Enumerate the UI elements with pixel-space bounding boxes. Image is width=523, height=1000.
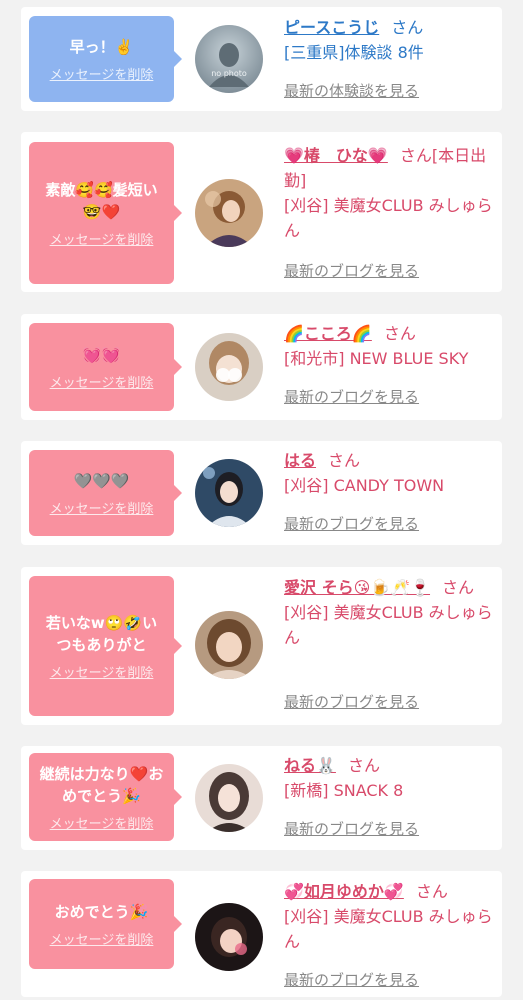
message-text: 💓💓: [82, 345, 121, 364]
latest-post-link[interactable]: 最新のブログを見る: [284, 386, 419, 407]
profile-photo-icon: [195, 179, 263, 247]
latest-post-link[interactable]: 最新のブログを見る: [284, 818, 419, 839]
latest-post-link[interactable]: 最新のブログを見る: [284, 691, 419, 712]
message-bubble: 早っ！✌️ メッセージを削除: [29, 16, 182, 102]
honorific: さん: [391, 18, 424, 37]
message-bubble: 💓💓 メッセージを削除: [29, 323, 182, 411]
message-list: 早っ！✌️ メッセージを削除 no photo ピースこうじ さん [三重県]体…: [0, 0, 523, 1000]
avatar[interactable]: [195, 764, 263, 832]
sender-name-link[interactable]: 💞如月ゆめか💞: [284, 882, 404, 901]
honorific: さん: [442, 578, 475, 597]
delete-message-link[interactable]: メッセージを削除: [50, 813, 154, 832]
sender-name-link[interactable]: 💗椿 ひな💗: [284, 146, 388, 165]
sender-info: 🌈こころ🌈 さん [和光市] NEW BLUE SKY: [284, 321, 494, 371]
avatar[interactable]: [195, 459, 263, 527]
sender-info: 💞如月ゆめか💞 さん [刈谷] 美魔女CLUB みしゅらん: [284, 879, 494, 954]
avatar[interactable]: no photo: [195, 25, 263, 93]
message-text: おめでとう🎉: [54, 902, 149, 921]
message-card: おめでとう🎉 メッセージを削除 💞如月ゆめか💞 さん [刈谷] 美魔女CLUB み…: [21, 871, 502, 997]
message-text: 若いなw🙄🤣い つもありがと: [45, 613, 158, 654]
message-card: 早っ！✌️ メッセージを削除 no photo ピースこうじ さん [三重県]体…: [21, 7, 502, 111]
latest-post-link[interactable]: 最新の体験談を見る: [284, 80, 419, 101]
delete-message-link[interactable]: メッセージを削除: [50, 929, 154, 948]
delete-message-link[interactable]: メッセージを削除: [50, 372, 154, 391]
message-bubble: 継続は力なり❤️お めでとう🎉 メッセージを削除: [29, 753, 182, 841]
shop-label: [刈谷] 美魔女CLUB みしゅらん: [284, 907, 493, 951]
honorific: さん: [347, 756, 380, 775]
profile-photo-icon: [195, 459, 263, 527]
sender-name-link[interactable]: ねる🐰: [284, 756, 336, 775]
message-bubble: 🩶🩶🩶 メッセージを削除: [29, 450, 182, 536]
latest-post-link[interactable]: 最新のブログを見る: [284, 513, 419, 534]
message-bubble: 素敵🥰🥰髪短い 🤓❤️ メッセージを削除: [29, 142, 182, 284]
shop-label: [刈谷] 美魔女CLUB みしゅらん: [284, 196, 493, 240]
shop-label: [三重県]体験談 8件: [284, 43, 424, 62]
message-card: 素敵🥰🥰髪短い 🤓❤️ メッセージを削除 💗椿 ひな💗 さん[本日出勤] [刈谷]…: [21, 132, 502, 292]
shop-label: [和光市] NEW BLUE SKY: [284, 349, 469, 368]
honorific: さん: [415, 882, 448, 901]
profile-photo-icon: [195, 903, 263, 971]
latest-post-link[interactable]: 最新のブログを見る: [284, 969, 419, 990]
message-card: 🩶🩶🩶 メッセージを削除 はる さん [刈谷] CANDY TOWN 最新のブログ…: [21, 441, 502, 545]
message-card: 若いなw🙄🤣い つもありがと メッセージを削除 愛沢 そら😘🍺🥂🍷 さん [刈谷]…: [21, 567, 502, 725]
profile-photo-icon: [195, 611, 263, 679]
honorific: さん: [383, 324, 416, 343]
message-text: 継続は力なり❤️お めでとう🎉: [39, 764, 164, 805]
message-text: 🩶🩶🩶: [73, 471, 130, 490]
profile-photo-icon: [195, 764, 263, 832]
sender-name-link[interactable]: ピースこうじ: [284, 18, 379, 37]
no-photo-avatar-icon: [195, 25, 263, 93]
avatar[interactable]: [195, 611, 263, 679]
profile-photo-icon: [195, 333, 263, 401]
sender-info: ねる🐰 さん [新橋] SNACK 8: [284, 753, 494, 803]
no-photo-caption: no photo: [211, 69, 247, 78]
sender-info: はる さん [刈谷] CANDY TOWN: [284, 448, 494, 498]
sender-info: 💗椿 ひな💗 さん[本日出勤] [刈谷] 美魔女CLUB みしゅらん: [284, 143, 494, 243]
delete-message-link[interactable]: メッセージを削除: [50, 498, 154, 517]
message-card: 継続は力なり❤️お めでとう🎉 メッセージを削除 ねる🐰 さん [新橋] SNAC…: [21, 746, 502, 850]
avatar[interactable]: [195, 333, 263, 401]
shop-label: [刈谷] CANDY TOWN: [284, 476, 445, 495]
honorific: さん: [399, 146, 432, 165]
latest-post-link[interactable]: 最新のブログを見る: [284, 260, 419, 281]
sender-info: ピースこうじ さん [三重県]体験談 8件: [284, 15, 494, 65]
message-text: 素敵🥰🥰髪短い 🤓❤️: [45, 180, 158, 221]
sender-info: 愛沢 そら😘🍺🥂🍷 さん [刈谷] 美魔女CLUB みしゅらん: [284, 575, 494, 650]
message-text: 早っ！✌️: [69, 37, 134, 56]
shop-label: [刈谷] 美魔女CLUB みしゅらん: [284, 603, 493, 647]
avatar[interactable]: [195, 179, 263, 247]
delete-message-link[interactable]: メッセージを削除: [50, 229, 154, 248]
sender-name-link[interactable]: はる: [284, 451, 316, 470]
sender-name-link[interactable]: 🌈こころ🌈: [284, 324, 372, 343]
honorific: さん: [328, 451, 361, 470]
message-bubble: 若いなw🙄🤣い つもありがと メッセージを削除: [29, 576, 182, 716]
delete-message-link[interactable]: メッセージを削除: [50, 64, 154, 83]
message-card: 💓💓 メッセージを削除 🌈こころ🌈 さん [和光市] NEW BLUE SKY 最…: [21, 314, 502, 420]
message-bubble: おめでとう🎉 メッセージを削除: [29, 879, 182, 969]
avatar[interactable]: [195, 903, 263, 971]
shop-label: [新橋] SNACK 8: [284, 781, 404, 800]
sender-name-link[interactable]: 愛沢 そら😘🍺🥂🍷: [284, 578, 430, 597]
delete-message-link[interactable]: メッセージを削除: [50, 662, 154, 681]
